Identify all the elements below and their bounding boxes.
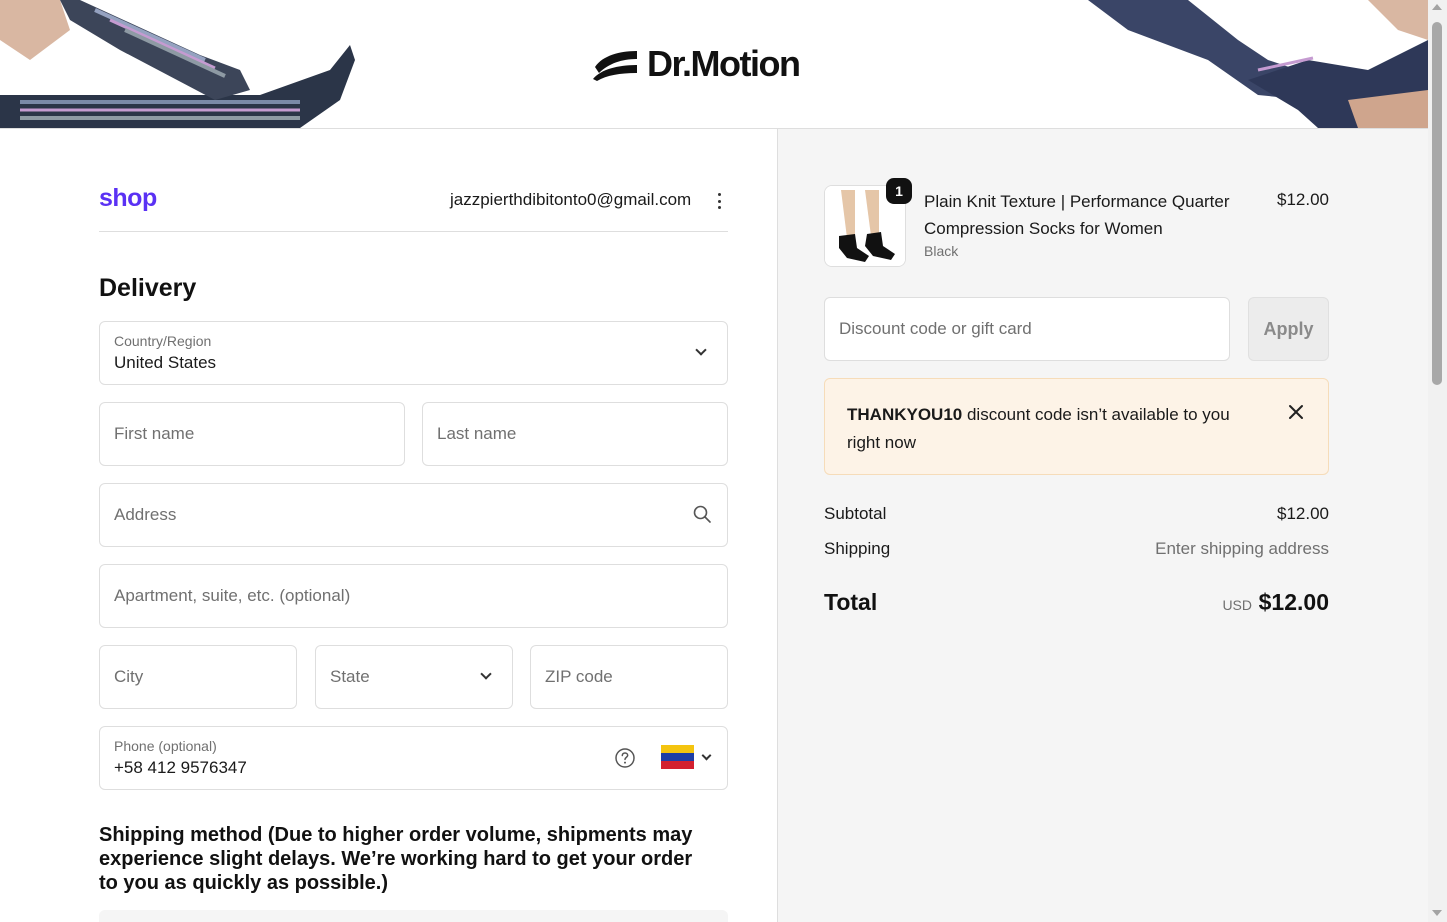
- shipping-method-box: [99, 910, 728, 922]
- apply-button[interactable]: Apply: [1248, 297, 1329, 361]
- zip-placeholder: ZIP code: [545, 667, 613, 686]
- city-field[interactable]: City: [99, 645, 297, 709]
- total-currency: USD: [1222, 597, 1252, 613]
- search-icon[interactable]: [693, 505, 711, 523]
- state-placeholder: State: [330, 667, 370, 686]
- total-label: Total: [824, 589, 878, 615]
- quantity-badge: 1: [886, 178, 912, 204]
- socks-banner-image-right: [1068, 0, 1428, 128]
- chevron-down-icon: [480, 668, 492, 680]
- shop-pay-logo: shop: [99, 184, 157, 212]
- product-price: $12.00: [1277, 190, 1329, 209]
- address-field[interactable]: Address: [99, 483, 728, 547]
- kebab-menu-icon[interactable]: [712, 191, 726, 211]
- header-banner: Dr.Motion: [0, 0, 1428, 129]
- account-email: jazzpierthdibitonto0@gmail.com: [450, 190, 692, 209]
- phone-label: Phone (optional): [114, 738, 217, 754]
- chevron-down-icon: [695, 344, 707, 356]
- venezuela-flag-icon[interactable]: [661, 745, 694, 769]
- apartment-field[interactable]: Apartment, suite, etc. (optional): [99, 564, 728, 628]
- help-circle-icon[interactable]: [614, 747, 636, 769]
- shipping-value: Enter shipping address: [1155, 539, 1329, 558]
- subtotal-label: Subtotal: [824, 504, 887, 523]
- discount-placeholder: Discount code or gift card: [839, 319, 1032, 338]
- first-name-placeholder: First name: [114, 424, 195, 443]
- country-select[interactable]: Country/Region United States: [99, 321, 728, 385]
- shipping-method-title: Shipping method (Due to higher order vol…: [99, 824, 693, 894]
- divider: [99, 231, 728, 232]
- brand-logo[interactable]: Dr.Motion: [593, 42, 801, 86]
- subtotal-value: $12.00: [1277, 504, 1329, 523]
- socks-banner-image-left: [0, 0, 380, 128]
- discount-error-alert: THANKYOU10 discount code isn’t available…: [824, 378, 1329, 475]
- country-label: Country/Region: [114, 333, 212, 349]
- country-value: United States: [114, 353, 217, 372]
- zip-field[interactable]: ZIP code: [530, 645, 728, 709]
- shipping-label: Shipping: [824, 539, 891, 558]
- last-name-field[interactable]: Last name: [422, 402, 728, 466]
- apartment-placeholder: Apartment, suite, etc. (optional): [114, 586, 351, 605]
- city-placeholder: City: [114, 667, 144, 686]
- phone-value: +58 412 9576347: [114, 758, 247, 777]
- discount-code-input[interactable]: Discount code or gift card: [824, 297, 1230, 361]
- scrollbar-thumb[interactable]: [1432, 22, 1442, 385]
- scroll-down-arrow-icon[interactable]: [1432, 910, 1442, 916]
- total-value: $12.00: [1258, 589, 1329, 615]
- product-variant: Black: [924, 243, 959, 259]
- delivery-title: Delivery: [99, 274, 197, 302]
- alert-message: THANKYOU10 discount code isn’t available…: [847, 401, 1257, 457]
- first-name-field[interactable]: First name: [99, 402, 405, 466]
- phone-field[interactable]: Phone (optional) +58 412 9576347: [99, 726, 728, 790]
- alert-code: THANKYOU10: [847, 405, 963, 424]
- last-name-placeholder: Last name: [437, 424, 517, 443]
- dr-motion-logo-icon: [593, 51, 637, 81]
- address-placeholder: Address: [114, 505, 177, 524]
- brand-name: Dr.Motion: [647, 43, 801, 84]
- scroll-up-arrow-icon[interactable]: [1432, 4, 1442, 10]
- chevron-down-icon[interactable]: [701, 750, 712, 761]
- state-select[interactable]: State: [315, 645, 513, 709]
- page-scrollbar[interactable]: [1428, 0, 1447, 922]
- product-name: Plain Knit Texture | Performance Quarter…: [924, 192, 1230, 238]
- close-icon[interactable]: [1287, 403, 1305, 421]
